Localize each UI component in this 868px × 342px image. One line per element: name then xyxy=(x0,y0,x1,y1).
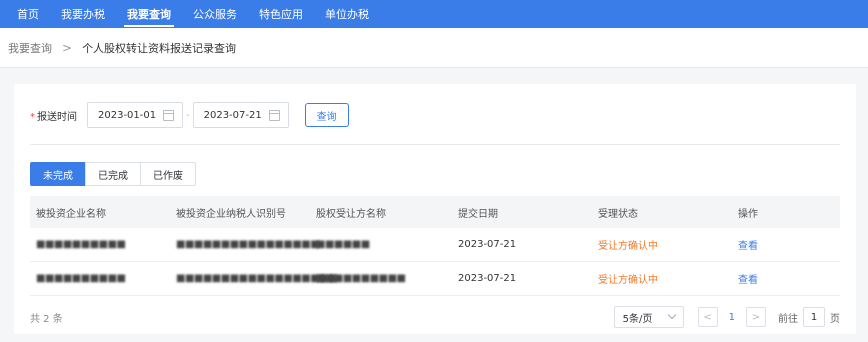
company-name-cell: ■■■■■■■■■■ xyxy=(36,239,126,250)
column-header-submit-date: 提交日期 xyxy=(458,208,498,220)
table-row: ■■■■■■■■■■ ■■■■■■■■■■■■■■■■ ■■■■■■ 2023-… xyxy=(30,228,840,262)
tab-incomplete[interactable]: 未完成 xyxy=(30,162,86,186)
status-cell: 受让方确认中 xyxy=(598,241,658,252)
tax-id-cell: ■■■■■■■■■■■■■■■■ xyxy=(176,239,320,250)
query-panel: * 报送时间 2023-01-01 - 2023-07-21 查询 未完成 已完成… xyxy=(14,84,856,334)
chevron-right-icon: > xyxy=(62,40,73,55)
top-nav: 首页 我要办税 我要查询 公众服务 特色应用 单位办税 xyxy=(0,0,868,28)
view-link[interactable]: 查看 xyxy=(738,275,758,286)
goto-label: 前往 xyxy=(778,313,798,325)
status-cell: 受让方确认中 xyxy=(598,275,658,286)
breadcrumb: 我要查询 > 个人股权转让资料报送记录查询 xyxy=(0,28,868,68)
tab-voided[interactable]: 已作废 xyxy=(140,162,196,186)
view-link[interactable]: 查看 xyxy=(738,241,758,252)
nav-item-home[interactable]: 首页 xyxy=(6,0,50,28)
page-size-value: 5条/页 xyxy=(622,313,653,325)
goto-suffix: 页 xyxy=(830,313,840,325)
action-cell: 查看 xyxy=(732,237,840,252)
divider xyxy=(30,144,840,145)
transferee-cell: ■■■■■■■■■■ xyxy=(316,273,406,284)
transferee-cell: ■■■■■■ xyxy=(316,239,370,250)
start-date-value: 2023-01-01 xyxy=(98,109,157,121)
nav-item-query[interactable]: 我要查询 xyxy=(116,0,182,28)
table-header: 被投资企业名称 被投资企业纳税人识别号 股权受让方名称 提交日期 受理状态 操作 xyxy=(30,196,840,228)
column-header-tax-id: 被投资企业纳税人识别号 xyxy=(176,208,286,220)
next-page-button[interactable]: > xyxy=(746,307,766,327)
required-mark: * xyxy=(30,111,35,123)
status-tabs: 未完成 已完成 已作废 xyxy=(30,162,196,186)
calendar-icon[interactable] xyxy=(163,109,174,121)
date-range-label-text: 报送时间 xyxy=(37,111,77,123)
records-table: 被投资企业名称 被投资企业纳税人识别号 股权受让方名称 提交日期 受理状态 操作… xyxy=(30,196,840,296)
nav-item-public-service[interactable]: 公众服务 xyxy=(182,0,248,28)
start-date-input[interactable]: 2023-01-01 xyxy=(87,102,183,128)
nav-item-tax-filing[interactable]: 我要办税 xyxy=(50,0,116,28)
calendar-icon[interactable] xyxy=(268,109,280,121)
action-cell: 查看 xyxy=(732,271,840,286)
breadcrumb-parent-link[interactable]: 我要查询 xyxy=(8,40,52,56)
nav-item-featured-apps[interactable]: 特色应用 xyxy=(248,0,314,28)
submit-date-cell: 2023-07-21 xyxy=(458,273,517,284)
filter-row: * 报送时间 2023-01-01 - 2023-07-21 查询 xyxy=(30,102,349,128)
date-range-label: * 报送时间 xyxy=(30,108,77,123)
column-header-company-name: 被投资企业名称 xyxy=(36,208,106,220)
column-header-status: 受理状态 xyxy=(598,208,638,220)
submit-date-cell: 2023-07-21 xyxy=(458,239,517,250)
chevron-down-icon xyxy=(667,310,676,320)
table-footer: 共 2 条 5条/页 < 1 > 前往 1 页 xyxy=(30,306,840,328)
end-date-input[interactable]: 2023-07-21 xyxy=(192,102,289,128)
column-header-action: 操作 xyxy=(738,208,758,220)
prev-page-button[interactable]: < xyxy=(697,307,718,327)
pagination: 5条/页 < 1 > 前往 1 页 xyxy=(613,306,840,328)
total-count: 共 2 条 xyxy=(30,313,63,325)
company-name-cell: ■■■■■■■■■■ xyxy=(36,273,126,284)
page-title: 个人股权转让资料报送记录查询 xyxy=(82,41,237,55)
tax-id-cell: ■■■■■■■■■■■■■■■■■■ xyxy=(176,273,338,284)
tab-completed[interactable]: 已完成 xyxy=(85,162,141,186)
page-size-select[interactable]: 5条/页 xyxy=(613,306,684,328)
query-button[interactable]: 查询 xyxy=(304,103,349,127)
range-separator: - xyxy=(186,109,190,121)
column-header-transferee: 股权受让方名称 xyxy=(316,208,386,220)
nav-item-org-tax[interactable]: 单位办税 xyxy=(314,0,380,28)
end-date-value: 2023-07-21 xyxy=(203,109,262,121)
current-page-number[interactable]: 1 xyxy=(729,312,735,323)
table-row: ■■■■■■■■■■ ■■■■■■■■■■■■■■■■■■ ■■■■■■■■■■… xyxy=(30,262,840,296)
goto-page-input[interactable]: 1 xyxy=(803,307,825,327)
